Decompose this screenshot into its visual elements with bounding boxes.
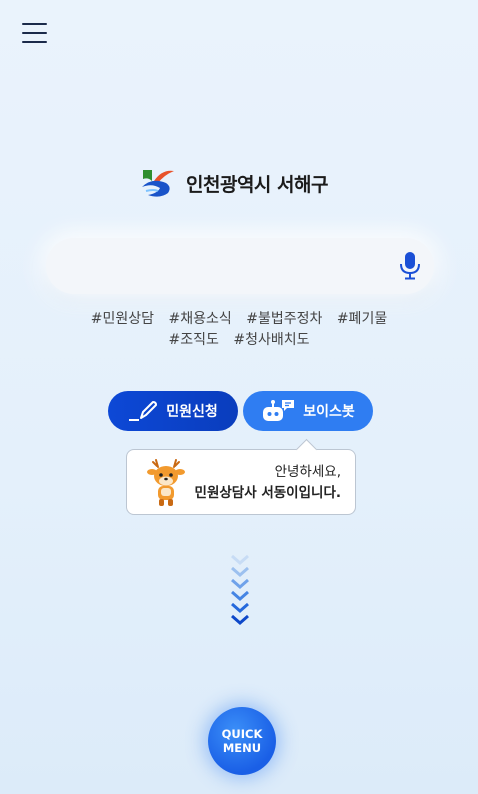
voicebot-button[interactable]: 보이스봇 — [243, 391, 373, 431]
tag-link[interactable]: #채용소식 — [169, 311, 232, 327]
tag-link[interactable]: #폐기물 — [337, 311, 387, 327]
deer-mascot-icon — [147, 459, 185, 506]
greeting-line-1: 안녕하세요, — [274, 464, 341, 480]
quick-menu-line-1: QUICK — [221, 727, 263, 741]
quick-menu-line-2: MENU — [222, 741, 262, 755]
apply-label: 민원신청 — [166, 404, 218, 420]
menu-bar — [22, 23, 47, 25]
greeting-bubble: 안녕하세요, 민원상담사 서동이입니다. — [126, 449, 356, 515]
pen-icon — [129, 401, 158, 421]
quick-menu-button[interactable]: QUICK MENU — [208, 707, 276, 775]
microphone-icon[interactable] — [398, 251, 422, 281]
scroll-down-chevrons-icon[interactable] — [228, 554, 252, 630]
greeting-line-2: 민원상담사 서동이입니다. — [194, 485, 341, 501]
hashtag-list: #민원상담 #채용소식 #불법주정차 #폐기물 #조직도 #청사배치도 — [60, 309, 418, 351]
city-emblem-icon — [142, 170, 174, 197]
tag-link[interactable]: #조직도 — [169, 332, 219, 348]
voicebot-label: 보이스봇 — [303, 404, 355, 420]
greeting-text: 안녕하세요, 민원상담사 서동이입니다. — [195, 462, 341, 504]
search-input[interactable] — [68, 246, 388, 286]
tag-link[interactable]: #청사배치도 — [233, 332, 309, 348]
robot-chat-icon — [263, 400, 295, 421]
tag-link[interactable]: #민원상담 — [91, 311, 154, 327]
complaint-apply-button[interactable]: 민원신청 — [108, 391, 238, 431]
logo-text: 인천광역시 서해구 — [186, 173, 328, 196]
menu-bar — [22, 32, 47, 34]
city-logo[interactable]: 인천광역시 서해구 — [140, 166, 342, 200]
tag-link[interactable]: #불법주정차 — [246, 311, 322, 327]
menu-bar — [22, 41, 47, 43]
search-box — [46, 238, 434, 294]
hamburger-menu-icon[interactable] — [22, 22, 48, 44]
